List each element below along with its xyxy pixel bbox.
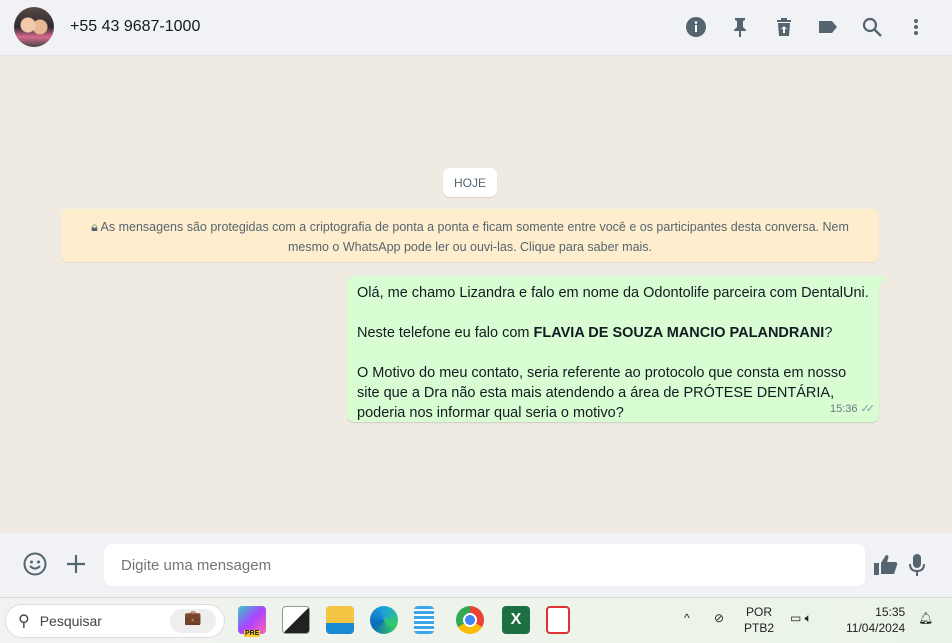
search-icon: ⚲	[18, 613, 30, 630]
search-icon[interactable]	[860, 14, 884, 40]
copilot-icon[interactable]: PRE	[238, 606, 266, 637]
message-input[interactable]	[104, 544, 865, 586]
contact-avatar[interactable]	[14, 7, 54, 47]
menu-icon[interactable]	[904, 14, 928, 40]
contact-full-name: FLAVIA DE SOUZA MANCIO PALANDRANI	[533, 325, 825, 341]
show-hidden-icons[interactable]: ^	[684, 610, 690, 626]
chat-header: +55 43 9687-1000	[0, 0, 952, 56]
date-pill: HOJE	[443, 168, 497, 197]
scrollbar[interactable]	[942, 56, 952, 533]
excel-icon[interactable]: X	[502, 606, 530, 634]
notepad-icon[interactable]	[414, 606, 434, 634]
thumbs-up-icon[interactable]	[873, 554, 899, 582]
composer	[0, 533, 952, 597]
emoji-icon[interactable]	[23, 552, 47, 582]
delete-icon[interactable]	[772, 14, 796, 40]
outgoing-message[interactable]: Olá, me chamo Lizandra e falo em nome da…	[347, 276, 887, 422]
snipping-tool-icon[interactable]	[546, 606, 570, 634]
pin-icon[interactable]	[728, 14, 752, 40]
read-receipt-icon: ✓✓	[860, 403, 876, 415]
message-meta: 15:36 ✓✓	[829, 403, 876, 415]
edge-icon[interactable]	[370, 606, 398, 634]
taskbar-search[interactable]: ⚲ Pesquisar 💼	[5, 604, 225, 638]
lock-icon: 🔒︎	[91, 220, 101, 234]
microphone-icon[interactable]	[908, 553, 926, 583]
attach-plus-icon[interactable]	[66, 554, 86, 580]
info-icon[interactable]	[684, 14, 708, 40]
volume-icon[interactable]: ▭ 🔈︎	[790, 610, 812, 626]
label-icon[interactable]	[816, 14, 840, 40]
language-indicator[interactable]: POR PTB2	[744, 604, 774, 636]
notifications-icon[interactable]: 🔔︎	[918, 610, 933, 626]
task-view-icon[interactable]	[282, 606, 310, 634]
file-explorer-icon[interactable]	[326, 606, 354, 634]
contact-name[interactable]: +55 43 9687-1000	[70, 18, 200, 36]
network-offline-icon[interactable]: ⊘	[714, 610, 724, 626]
clock[interactable]: 15:35 11/04/2024	[846, 604, 905, 636]
briefcase-icon: 💼	[170, 609, 216, 633]
windows-taskbar: ⚲ Pesquisar 💼 PRE X ^ ⊘ POR PTB2 ▭ 🔈︎ 15:35…	[0, 597, 952, 643]
encryption-notice[interactable]: 🔒︎ As mensagens são protegidas com a cri…	[61, 209, 879, 262]
chrome-icon[interactable]	[456, 606, 484, 634]
